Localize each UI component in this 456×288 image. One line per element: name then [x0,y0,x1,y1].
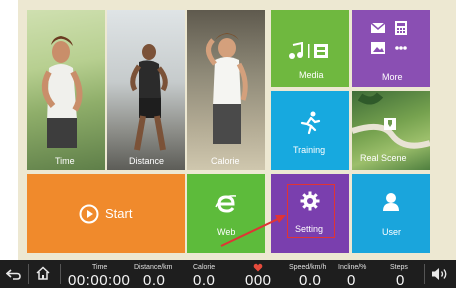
volume-icon[interactable] [431,267,451,281]
calorie-tile[interactable]: Calorie [187,10,265,170]
runner-icon [300,111,321,135]
distance-tile-label: Distance [129,156,165,166]
incline-value: 0 [347,272,356,288]
separator [60,264,61,284]
setting-tile[interactable]: Setting [271,174,349,253]
time-value: 00:00:00 [68,272,131,288]
woman-fitness-photo [206,33,248,144]
calorie-tile-label: Calorie [211,156,240,166]
browser-e-icon [215,195,237,213]
more-tile[interactable]: More [352,10,430,87]
distance-value: 0.0 [143,272,166,288]
speed-label: Speed/km/h [289,264,327,271]
user-tile-label: User [382,227,402,237]
distance-label: Distance/km [134,264,173,271]
separator [424,264,425,284]
start-tile[interactable]: Start [27,174,185,253]
map-pin-icon [384,118,396,130]
calorie-label: Calorie [193,264,216,271]
runner-man-photo [130,44,168,151]
real-scene-tile-label: Real Scene [360,153,407,163]
speed-value: 0.0 [299,272,322,288]
distance-tile[interactable]: Distance [107,10,185,170]
training-tile[interactable]: Training [271,91,349,170]
play-circle-icon [79,204,99,224]
web-tile-label: Web [217,227,236,237]
time-tile[interactable]: Time [27,10,105,170]
incline-label: Incline/% [338,264,367,271]
dots-icon [395,46,407,50]
setting-tile-label: Setting [295,224,324,234]
steps-label: Steps [390,264,408,271]
more-tile-label: More [382,72,403,82]
bottom-status-bar: Time 00:00:00 Distance/km 0.0 Calorie 0.… [0,260,456,288]
back-icon[interactable] [6,267,22,281]
home-icon[interactable] [35,266,51,281]
real-scene-tile[interactable]: Real Scene [352,91,430,170]
user-icon [383,193,399,211]
music-icon [289,42,303,59]
separator [28,264,29,284]
media-tile-label: Media [299,70,324,80]
mail-icon [370,22,386,33]
film-icon [314,44,328,58]
time-label: Time [92,264,108,271]
runner-woman-photo [41,36,83,148]
heart-rate-value: 000 [245,272,272,288]
music-film-icons [289,42,328,59]
steps-value: 0 [396,272,405,288]
calculator-icon [395,21,407,35]
media-tile[interactable]: Media [271,10,349,87]
more-apps-icons [370,21,407,54]
start-tile-label: Start [105,206,133,221]
user-tile[interactable]: User [352,174,430,253]
heart-icon [253,263,263,272]
gear-icon [300,191,320,211]
home-screen: Time Distance Calorie Media More Trainin… [18,0,456,260]
web-tile[interactable]: Web [187,174,265,253]
training-tile-label: Training [293,145,326,155]
time-tile-label: Time [55,156,75,166]
calorie-value: 0.0 [193,272,216,288]
image-icon [371,42,385,54]
